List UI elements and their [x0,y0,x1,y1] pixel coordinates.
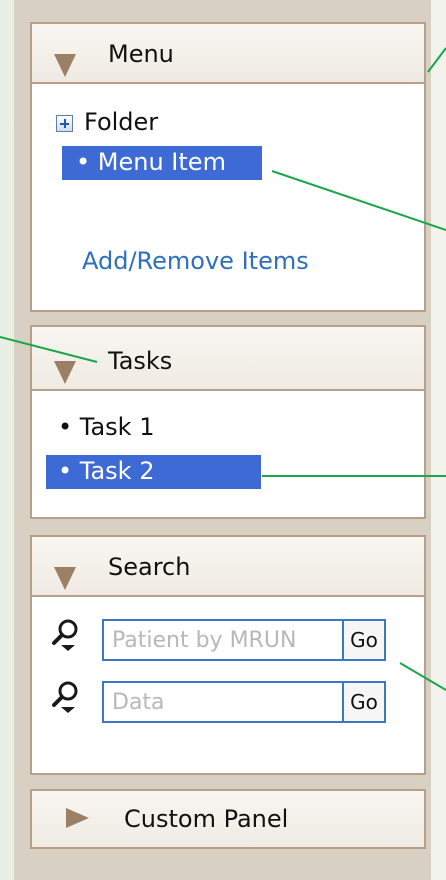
task-item[interactable]: • Task 1 [58,413,154,441]
triangle-down-icon[interactable] [54,361,76,384]
tasks-panel: Tasks • Task 1 • Task 2 [30,325,426,519]
search-panel-title: Search [108,553,191,581]
triangle-right-icon[interactable] [66,808,89,828]
data-go-button[interactable]: Go [342,681,386,723]
folder-label[interactable]: Folder [84,108,158,136]
plus-box-icon[interactable] [56,115,73,132]
person-search-icon [52,681,78,713]
tasks-panel-title: Tasks [108,347,173,375]
person-search-icon [52,619,78,651]
patient-mrun-search-input[interactable] [102,619,342,661]
tasks-panel-header[interactable]: Tasks [32,327,424,391]
menu-panel: Menu Folder • Menu Item Add/Remove Items [30,22,426,312]
custom-panel-title: Custom Panel [124,805,289,833]
menu-panel-header[interactable]: Menu [32,24,424,84]
add-remove-items-link[interactable]: Add/Remove Items [82,247,309,275]
task-item-selected[interactable]: • Task 2 [46,455,261,489]
custom-panel-header[interactable]: Custom Panel [32,791,424,847]
sidebar: Menu Folder • Menu Item Add/Remove Items… [14,0,431,880]
custom-panel: Custom Panel [30,789,426,849]
menu-item-selected[interactable]: • Menu Item [62,146,262,180]
data-search-input[interactable] [102,681,342,723]
search-panel: Search Go Go [30,535,426,775]
menu-panel-title: Menu [108,40,174,68]
triangle-down-icon[interactable] [54,567,76,590]
patient-mrun-go-button[interactable]: Go [342,619,386,661]
triangle-down-icon[interactable] [54,54,76,77]
search-panel-header[interactable]: Search [32,537,424,597]
